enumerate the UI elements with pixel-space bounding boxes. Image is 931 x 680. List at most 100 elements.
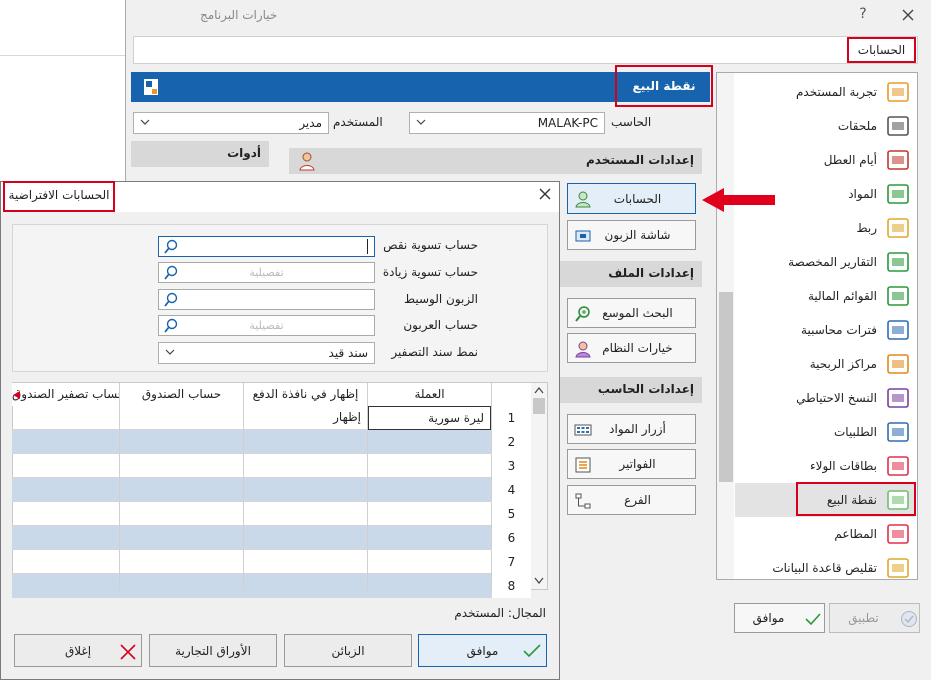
- show-in-payment-cell[interactable]: [244, 454, 367, 478]
- surplus-account-label: حساب تسوية زيادة: [382, 265, 478, 279]
- apply-label: تطبيق: [848, 611, 879, 625]
- show-in-payment-cell[interactable]: [244, 550, 367, 574]
- chevron-up-icon[interactable]: [534, 386, 544, 394]
- category-label: الطلبيات: [833, 425, 877, 439]
- restaurant-icon: [887, 524, 909, 544]
- column-header-zero-cashbox-account[interactable]: حساب تصفير الصندوق: [12, 383, 120, 406]
- category-item[interactable]: القوائم المالية: [735, 279, 915, 313]
- search-plus-icon: [575, 306, 590, 322]
- computer-select[interactable]: MALAK-PC: [409, 112, 605, 134]
- help-button[interactable]: ?: [856, 6, 870, 24]
- text-cursor: [367, 239, 368, 254]
- shortage-account-field[interactable]: [158, 236, 375, 257]
- category-item[interactable]: التقارير المخصصة: [735, 245, 915, 279]
- main-ok-button[interactable]: موافق: [734, 603, 825, 633]
- category-item[interactable]: فترات محاسبية: [735, 313, 915, 347]
- user-person-icon: [299, 152, 315, 171]
- currency-cell[interactable]: [368, 454, 491, 478]
- category-scroll-thumb[interactable]: [719, 292, 733, 482]
- heart-icon: [887, 456, 909, 476]
- currency-cell[interactable]: [368, 430, 491, 454]
- column-header-show-in-payment[interactable]: إظهار في نافذة الدفع: [244, 383, 368, 406]
- category-item[interactable]: الطلبيات: [735, 415, 915, 449]
- chevron-down-icon: [165, 349, 175, 355]
- branch-tree-icon: [575, 493, 591, 509]
- options-search-input[interactable]: [133, 36, 918, 64]
- customer-screen-button[interactable]: شاشة الزبون: [567, 220, 696, 250]
- accounts-button[interactable]: الحسابات: [567, 183, 696, 214]
- intermediate-customer-label: الزبون الوسيط: [403, 292, 478, 306]
- report-gear-icon: [887, 252, 909, 272]
- intermediate-customer-field[interactable]: [158, 289, 375, 310]
- dialog-ok-label: موافق: [466, 643, 499, 658]
- column-header-cashbox-account[interactable]: حساب الصندوق: [120, 383, 244, 406]
- show-in-payment-cell[interactable]: [244, 502, 367, 526]
- customers-button[interactable]: الزبائن: [284, 634, 412, 667]
- zeroing-voucher-select[interactable]: سند قيد: [158, 342, 375, 364]
- show-in-payment-cell[interactable]: [244, 574, 367, 598]
- truck-icon: [887, 422, 909, 442]
- invoices-button[interactable]: الفواتير: [567, 449, 696, 479]
- show-in-payment-cell[interactable]: [244, 430, 367, 454]
- computer-label: الحاسب: [611, 115, 652, 129]
- category-item[interactable]: ربط: [735, 211, 915, 245]
- close-icon[interactable]: [898, 5, 918, 25]
- grid-scroll-thumb[interactable]: [533, 398, 545, 414]
- close-icon[interactable]: [537, 186, 553, 202]
- currency-cell[interactable]: [368, 478, 491, 502]
- category-item[interactable]: مراكز الربحية: [735, 347, 915, 381]
- category-item[interactable]: تقليص قاعدة البيانات: [735, 551, 915, 585]
- surplus-account-field[interactable]: تفصيلية: [158, 262, 375, 283]
- grid-scrollbar[interactable]: [531, 383, 547, 589]
- category-item[interactable]: النسخ الاحتياطي: [735, 381, 915, 415]
- dialog-ok-button[interactable]: موافق: [418, 634, 547, 667]
- user-settings-group-header: إعدادات المستخدم: [289, 148, 702, 174]
- currency-cell[interactable]: [368, 526, 491, 550]
- currency-cell[interactable]: [368, 550, 491, 574]
- branch-button[interactable]: الفرع: [567, 485, 696, 515]
- monitor-icon: [575, 230, 591, 242]
- category-item[interactable]: بطاقات الولاء: [735, 449, 915, 483]
- user-select[interactable]: مدير: [133, 112, 329, 134]
- category-label: مراكز الربحية: [809, 357, 877, 371]
- commercial-papers-button[interactable]: الأوراق التجارية: [149, 634, 277, 667]
- category-label: التقارير المخصصة: [788, 255, 877, 269]
- currency-cell[interactable]: [368, 502, 491, 526]
- currency-cell[interactable]: [368, 574, 491, 598]
- apply-button[interactable]: تطبيق: [829, 603, 920, 633]
- shortage-account-label: حساب تسوية نقص: [383, 238, 478, 252]
- keypad-icon: [574, 424, 592, 436]
- system-options-button[interactable]: خيارات النظام: [567, 333, 696, 363]
- category-label: المطاعم: [834, 527, 877, 541]
- material-buttons-button[interactable]: أزرار المواد: [567, 414, 696, 444]
- category-item[interactable]: تجربة المستخدم: [735, 75, 915, 109]
- close-dialog-button[interactable]: إغلاق: [14, 634, 142, 667]
- row-number: 2: [492, 430, 531, 454]
- close-dialog-label: إغلاق: [64, 643, 92, 658]
- red-arrow-annotation: [702, 188, 775, 212]
- chevron-down-icon[interactable]: [534, 577, 544, 585]
- show-in-payment-cell[interactable]: [244, 526, 367, 550]
- surplus-account-placeholder: تفصيلية: [249, 266, 284, 279]
- barcode-icon: [887, 116, 909, 136]
- grid-divider: [243, 406, 244, 590]
- category-item[interactable]: المطاعم: [735, 517, 915, 551]
- extended-search-button[interactable]: البحث الموسع: [567, 298, 696, 328]
- deposit-account-field[interactable]: تفصيلية: [158, 315, 375, 336]
- category-item[interactable]: أيام العطل: [735, 143, 915, 177]
- show-in-payment-cell[interactable]: إظهار: [244, 406, 367, 430]
- category-item[interactable]: ملحقات: [735, 109, 915, 143]
- category-label: النسخ الاحتياطي: [796, 391, 877, 405]
- grid-divider: [491, 406, 492, 590]
- scroll-left-icon[interactable]: [12, 390, 22, 400]
- column-header-currency[interactable]: العملة: [368, 383, 492, 406]
- row-number: 7: [492, 550, 531, 574]
- scope-label: المجال: المستخدم: [454, 606, 546, 620]
- show-in-payment-cell[interactable]: [244, 478, 367, 502]
- currency-cell[interactable]: ليرة سورية: [368, 406, 491, 430]
- computer-value: MALAK-PC: [537, 116, 598, 130]
- calendar-arrows-icon: [887, 320, 909, 340]
- search-value[interactable]: الحسابات: [847, 37, 916, 63]
- row-number: 4: [492, 478, 531, 502]
- user-value: مدير: [299, 116, 322, 130]
